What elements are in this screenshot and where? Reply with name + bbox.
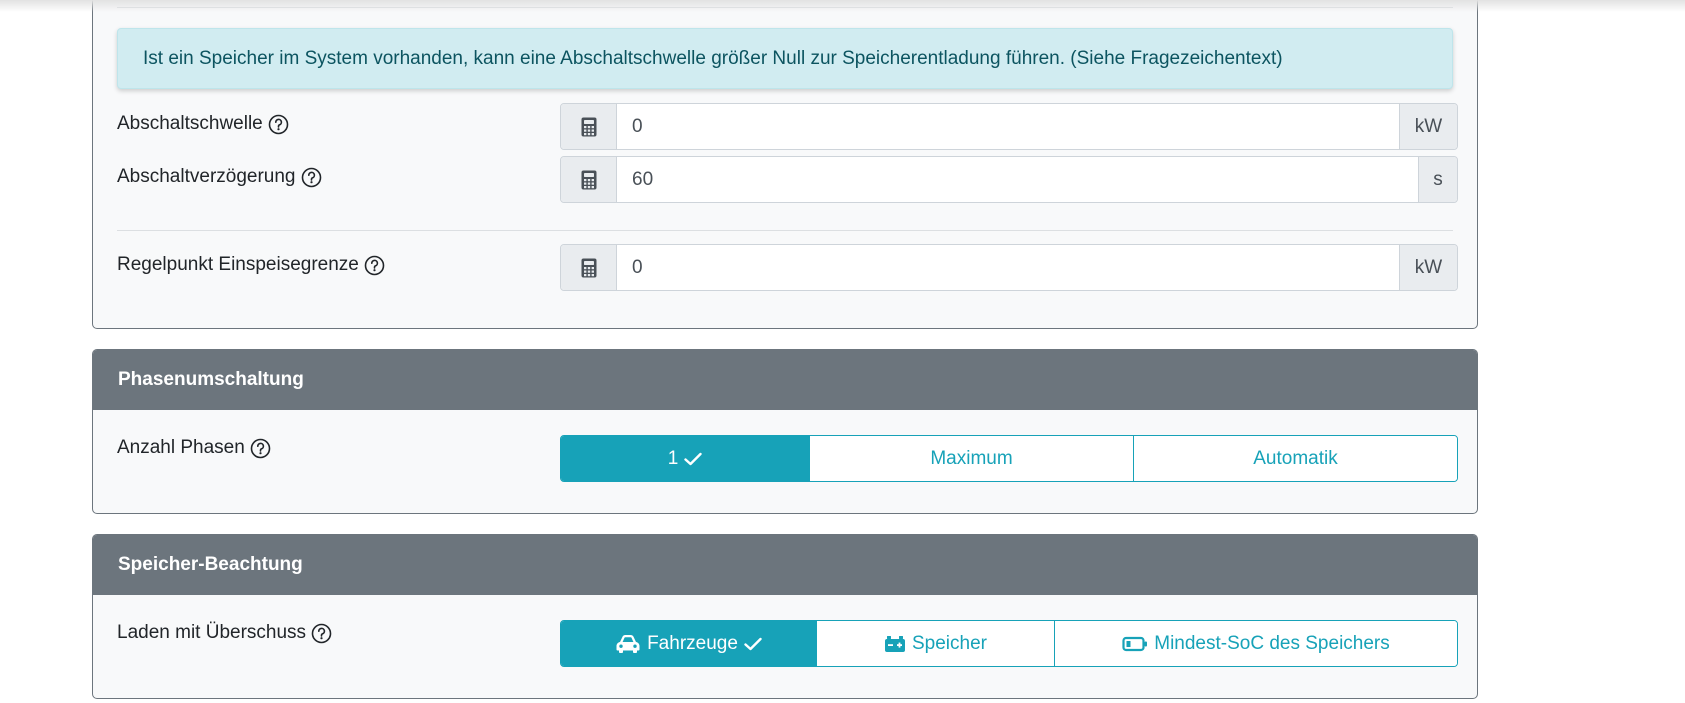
calculator-icon bbox=[561, 104, 617, 149]
anzahl-phasen-label-text: Anzahl Phasen bbox=[117, 437, 245, 458]
abschaltschwelle-input-group: kW bbox=[560, 103, 1458, 150]
question-circle-icon[interactable] bbox=[268, 114, 289, 135]
check-icon bbox=[744, 637, 762, 651]
phasen-option-1[interactable]: 1 bbox=[561, 436, 809, 481]
regelpunkt-input-group: kW bbox=[560, 244, 1458, 291]
divider bbox=[117, 230, 1453, 231]
check-icon bbox=[684, 452, 702, 466]
laden-mit-ueberschuss-button-group: Fahrzeuge Speicher Mindest-SoC des Speic… bbox=[560, 620, 1458, 667]
abschaltschwelle-label: Abschaltschwelle bbox=[117, 113, 289, 135]
phasenumschaltung-card: Phasenumschaltung Anzahl Phasen 1 Maximu… bbox=[92, 349, 1478, 514]
anzahl-phasen-label: Anzahl Phasen bbox=[117, 437, 271, 459]
phasen-option-maximum[interactable]: Maximum bbox=[809, 436, 1133, 481]
anzahl-phasen-button-group: 1 Maximum Automatik bbox=[560, 435, 1458, 482]
phasen-option-automatik[interactable]: Automatik bbox=[1133, 436, 1457, 481]
abschaltverzoegerung-input-group: s bbox=[560, 156, 1458, 203]
speicher-beachtung-card: Speicher-Beachtung Laden mit Überschuss … bbox=[92, 534, 1478, 699]
question-circle-icon[interactable] bbox=[364, 255, 385, 276]
battery-icon bbox=[1122, 636, 1148, 652]
phasen-option-automatik-label: Automatik bbox=[1253, 447, 1338, 469]
phasen-option-maximum-label: Maximum bbox=[930, 447, 1013, 469]
laden-mit-ueberschuss-label-text: Laden mit Überschuss bbox=[117, 622, 307, 643]
abschaltverzoegerung-label: Abschaltverzögerung bbox=[117, 166, 322, 188]
option-speicher-label: Speicher bbox=[912, 632, 987, 654]
info-alert-text: Ist ein Speicher im System vorhanden, ka… bbox=[143, 48, 1283, 69]
abschaltverzoegerung-label-text: Abschaltverzögerung bbox=[117, 166, 296, 187]
top-shadow bbox=[0, 0, 1685, 12]
car-icon bbox=[615, 634, 641, 654]
phasenumschaltung-header: Phasenumschaltung bbox=[93, 350, 1477, 410]
abschaltschwelle-label-text: Abschaltschwelle bbox=[117, 113, 263, 134]
abschaltschwelle-input[interactable] bbox=[617, 104, 1399, 149]
regelung-card: Ist ein Speicher im System vorhanden, ka… bbox=[92, 0, 1478, 329]
abschaltverzoegerung-input[interactable] bbox=[617, 157, 1418, 202]
regelpunkt-label: Regelpunkt Einspeisegrenze bbox=[117, 254, 385, 276]
option-mindest-soc[interactable]: Mindest-SoC des Speichers bbox=[1054, 621, 1457, 666]
regelpunkt-label-text: Regelpunkt Einspeisegrenze bbox=[117, 254, 359, 275]
laden-mit-ueberschuss-label: Laden mit Überschuss bbox=[117, 622, 332, 644]
option-speicher[interactable]: Speicher bbox=[816, 621, 1054, 666]
calculator-icon bbox=[561, 245, 617, 290]
option-mindest-soc-label: Mindest-SoC des Speichers bbox=[1154, 632, 1390, 654]
car-battery-icon bbox=[884, 635, 906, 653]
option-fahrzeuge[interactable]: Fahrzeuge bbox=[561, 621, 816, 666]
speicher-beachtung-header: Speicher-Beachtung bbox=[93, 535, 1477, 595]
question-circle-icon[interactable] bbox=[311, 623, 332, 644]
phasen-option-1-label: 1 bbox=[667, 447, 679, 469]
regelpunkt-input[interactable] bbox=[617, 245, 1399, 290]
abschaltschwelle-unit: kW bbox=[1399, 104, 1457, 149]
calculator-icon bbox=[561, 157, 617, 202]
abschaltverzoegerung-unit: s bbox=[1418, 157, 1457, 202]
regelpunkt-unit: kW bbox=[1399, 245, 1457, 290]
info-alert: Ist ein Speicher im System vorhanden, ka… bbox=[117, 28, 1453, 89]
option-fahrzeuge-label: Fahrzeuge bbox=[647, 632, 738, 654]
question-circle-icon[interactable] bbox=[301, 167, 322, 188]
question-circle-icon[interactable] bbox=[250, 438, 271, 459]
